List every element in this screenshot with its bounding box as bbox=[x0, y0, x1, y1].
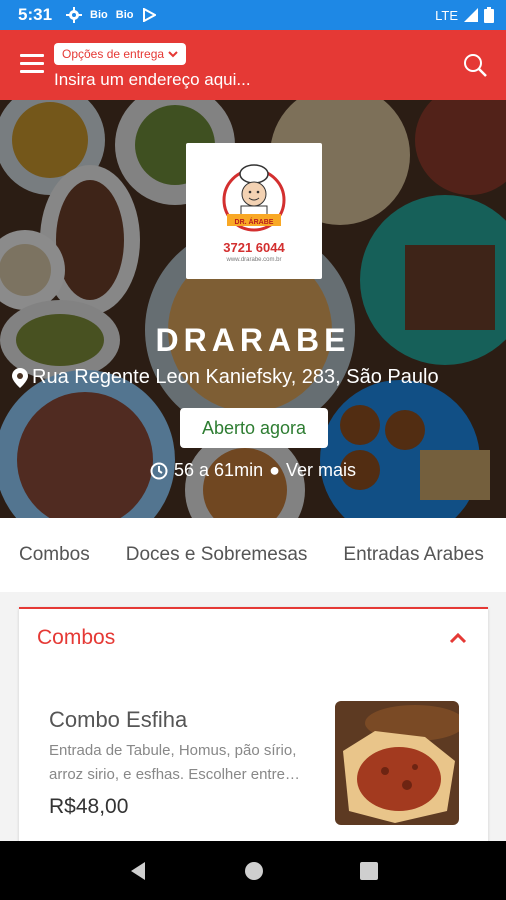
product-description: Entrada de Tabule, Homus, pão sírio, arr… bbox=[49, 742, 300, 783]
gear-icon bbox=[66, 7, 83, 23]
dot-separator: ● bbox=[269, 460, 280, 480]
tab-combos[interactable]: Combos bbox=[0, 544, 108, 566]
location-pin-icon bbox=[12, 367, 28, 388]
menu-icon[interactable] bbox=[20, 54, 44, 74]
status-bar: 5:31 Bio Bio LTE bbox=[0, 0, 506, 30]
delivery-info: 56 a 61min ● Ver mais bbox=[0, 460, 506, 481]
tab-entradas-arabes[interactable]: Entradas Arabes bbox=[325, 544, 501, 566]
notification-icons: Bio Bio bbox=[66, 7, 156, 23]
section-header[interactable]: Combos bbox=[19, 609, 488, 667]
system-nav-bar bbox=[0, 841, 506, 900]
product-image bbox=[335, 701, 459, 825]
section-title: Combos bbox=[37, 626, 116, 649]
status-right: LTE bbox=[435, 7, 494, 23]
recents-icon[interactable] bbox=[359, 861, 379, 881]
category-tabs: Combos Doces e Sobremesas Entradas Arabe… bbox=[0, 518, 506, 592]
delivery-time: 56 a 61min bbox=[174, 460, 264, 480]
see-more-link[interactable]: Ver mais bbox=[286, 460, 356, 481]
store-name: DRARABE bbox=[155, 322, 351, 358]
clock-icon bbox=[150, 462, 168, 479]
product-item[interactable]: Combo Esfiha Entrada de Tabule, Homus, p… bbox=[49, 701, 459, 825]
back-icon[interactable] bbox=[127, 860, 149, 882]
chevron-up-icon[interactable] bbox=[446, 626, 470, 650]
address-input[interactable]: Insira um endereço aqui... bbox=[54, 70, 251, 90]
status-time: 5:31 bbox=[18, 5, 53, 24]
store-address-text: Rua Regente Leon Kaniefsky, 283, São Pau… bbox=[32, 366, 439, 388]
chevron-down-icon bbox=[168, 51, 178, 58]
store-logo: DR. ÁRABE 3721 6044 www.drarabe.com.br bbox=[186, 143, 322, 279]
app-bar: Opções de entrega Insira um endereço aqu… bbox=[0, 30, 506, 100]
delivery-options-dropdown[interactable]: Opções de entrega bbox=[54, 43, 187, 65]
tab-doces-e-sobremesas[interactable]: Doces e Sobremesas bbox=[108, 544, 326, 566]
battery-icon bbox=[484, 7, 494, 23]
signal-icon bbox=[464, 8, 478, 22]
store-address: Rua Regente Leon Kaniefsky, 283, São Pau… bbox=[12, 366, 497, 389]
network-type: LTE bbox=[435, 7, 458, 23]
logo-site: www.drarabe.com.br bbox=[226, 256, 282, 263]
open-status-badge: Aberto agora bbox=[180, 408, 328, 448]
store-hero: DR. ÁRABE 3721 6044 www.drarabe.com.br D… bbox=[0, 100, 506, 518]
search-icon[interactable] bbox=[462, 52, 488, 78]
notification-bio-1: Bio bbox=[90, 9, 108, 21]
play-store-icon bbox=[142, 8, 156, 22]
delivery-options-label: Opções de entrega bbox=[62, 47, 165, 61]
home-icon[interactable] bbox=[243, 860, 265, 882]
logo-banner-text: DR. ÁRABE bbox=[234, 219, 274, 226]
combos-section: Combos Combo Esfiha Entrada de Tabule, H… bbox=[19, 607, 488, 847]
notification-bio-2: Bio bbox=[115, 9, 134, 21]
logo-phone: 3721 6044 bbox=[223, 239, 285, 255]
